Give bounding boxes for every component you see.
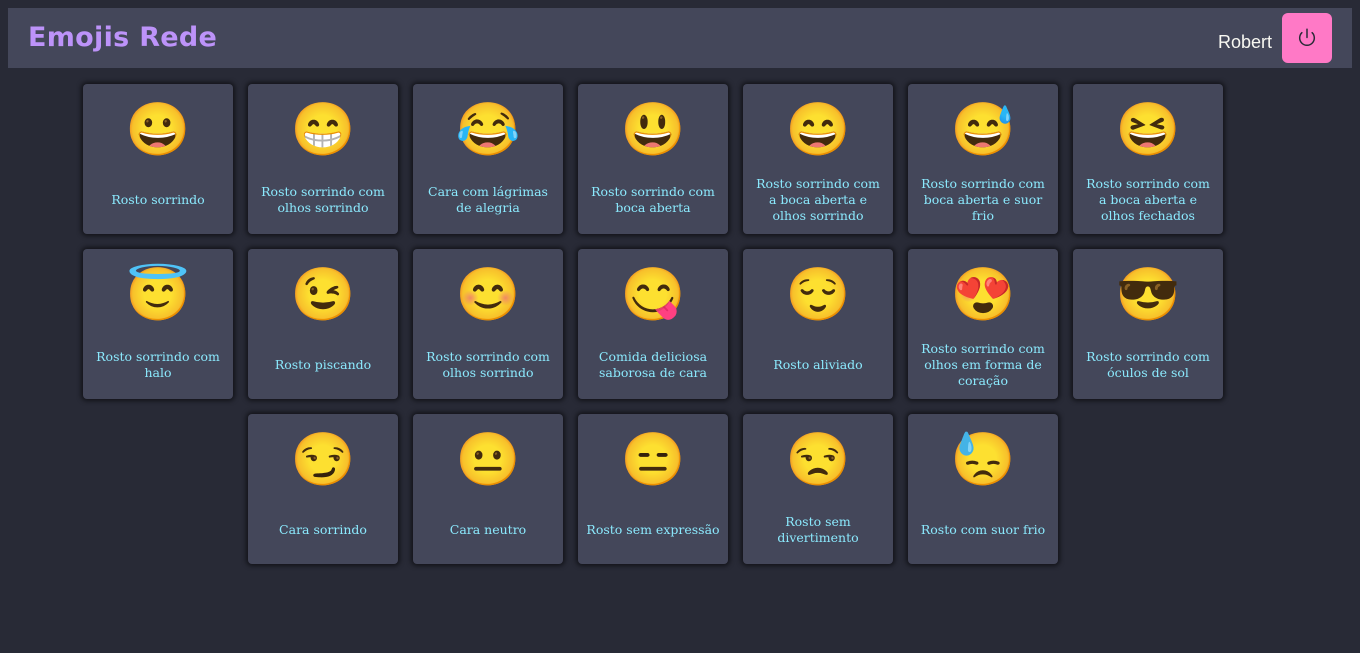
emoji-card[interactable]: 😃 Rosto sorrindo com boca aberta xyxy=(578,84,728,234)
emoji-glyph: 😃 xyxy=(620,100,686,160)
emoji-card[interactable]: 😆 Rosto sorrindo com a boca aberta e olho… xyxy=(1073,84,1223,234)
emoji-glyph: 😁 xyxy=(290,100,356,160)
emoji-label: Rosto sem divertimento xyxy=(777,514,859,545)
emoji-glyph: 😐 xyxy=(455,430,521,490)
emoji-label: Rosto sorrindo com óculos de sol xyxy=(1086,349,1210,380)
emoji-card[interactable]: 😋 Comida deliciosa saborosa de cara xyxy=(578,249,728,399)
app-logo-title[interactable]: Emojis Rede xyxy=(28,21,217,55)
emoji-card[interactable]: 😏 Cara sorrindo xyxy=(248,414,398,564)
emoji-label: Rosto aliviado xyxy=(773,357,863,372)
emoji-label: Rosto sorrindo com olhos sorrindo xyxy=(261,184,385,215)
emoji-glyph: 😎 xyxy=(1115,265,1181,325)
emoji-card[interactable]: 😁 Rosto sorrindo com olhos sorrindo xyxy=(248,84,398,234)
emoji-card[interactable]: 😐 Cara neutro xyxy=(413,414,563,564)
emoji-glyph: 😄 xyxy=(785,100,851,160)
emoji-glyph: 😅 xyxy=(950,100,1016,160)
emoji-card[interactable]: 😅 Rosto sorrindo com boca aberta e suor f… xyxy=(908,84,1058,234)
emoji-glyph: 😒 xyxy=(785,430,851,490)
emoji-label: Rosto sem expressão xyxy=(586,522,720,537)
emoji-glyph: 😓 xyxy=(950,430,1016,490)
emoji-label: Rosto sorrindo com a boca aberta e olhos… xyxy=(1086,176,1210,223)
emoji-label: Rosto piscando xyxy=(274,357,372,372)
emoji-glyph: 😉 xyxy=(290,265,356,325)
emoji-label: Rosto sorrindo com olhos sorrindo xyxy=(426,349,550,380)
emoji-label: Cara com lágrimas de alegria xyxy=(428,184,548,215)
emoji-card[interactable]: 😉 Rosto piscando xyxy=(248,249,398,399)
emoji-grid: 😀 Rosto sorrindo 😁 Rosto sorrindo com olhos… xyxy=(83,84,1223,564)
emoji-label: Cara neutro xyxy=(449,522,527,537)
emoji-glyph: 😌 xyxy=(785,265,851,325)
emoji-glyph: 😇 xyxy=(125,265,191,325)
emoji-card[interactable]: 😌 Rosto aliviado xyxy=(743,249,893,399)
emoji-card[interactable]: 😂 Cara com lágrimas de alegria xyxy=(413,84,563,234)
emoji-glyph: 😑 xyxy=(620,430,686,490)
emoji-label: Rosto sorrindo com halo xyxy=(96,349,220,380)
logout-button[interactable] xyxy=(1282,13,1332,63)
emoji-card[interactable]: 😎 Rosto sorrindo com óculos de sol xyxy=(1073,249,1223,399)
power-icon xyxy=(1298,28,1316,46)
emoji-glyph: 😂 xyxy=(455,100,521,160)
emoji-label: Rosto sorrindo com boca aberta e suor fr… xyxy=(921,176,1045,223)
emoji-glyph: 😏 xyxy=(290,430,356,490)
emoji-label: Cara sorrindo xyxy=(279,522,367,537)
emoji-label: Rosto sorrindo com olhos em forma de cor… xyxy=(921,341,1045,388)
emoji-glyph: 😋 xyxy=(620,265,686,325)
emoji-card[interactable]: 😑 Rosto sem expressão xyxy=(578,414,728,564)
emoji-label: Rosto com suor frio xyxy=(920,522,1046,537)
emoji-glyph: 😀 xyxy=(125,100,191,160)
emoji-card[interactable]: 😒 Rosto sem divertimento xyxy=(743,414,893,564)
emoji-card[interactable]: 😍 Rosto sorrindo com olhos em forma de co… xyxy=(908,249,1058,399)
emoji-label: Rosto sorrindo com a boca aberta e olhos… xyxy=(756,176,880,223)
emoji-card[interactable]: 😊 Rosto sorrindo com olhos sorrindo xyxy=(413,249,563,399)
emoji-glyph: 😆 xyxy=(1115,100,1181,160)
emoji-label: Rosto sorrindo xyxy=(111,192,205,207)
emoji-label: Rosto sorrindo com boca aberta xyxy=(591,184,715,215)
emoji-card[interactable]: 😇 Rosto sorrindo com halo xyxy=(83,249,233,399)
top-header: Emojis Rede Robert xyxy=(8,8,1352,68)
emoji-card[interactable]: 😀 Rosto sorrindo xyxy=(83,84,233,234)
emoji-glyph: 😍 xyxy=(950,265,1016,325)
emoji-glyph: 😊 xyxy=(455,265,521,325)
emoji-card[interactable]: 😄 Rosto sorrindo com a boca aberta e olho… xyxy=(743,84,893,234)
user-name: Robert xyxy=(1217,32,1272,52)
emoji-label: Comida deliciosa saborosa de cara xyxy=(598,349,708,380)
emoji-card[interactable]: 😓 Rosto com suor frio xyxy=(908,414,1058,564)
